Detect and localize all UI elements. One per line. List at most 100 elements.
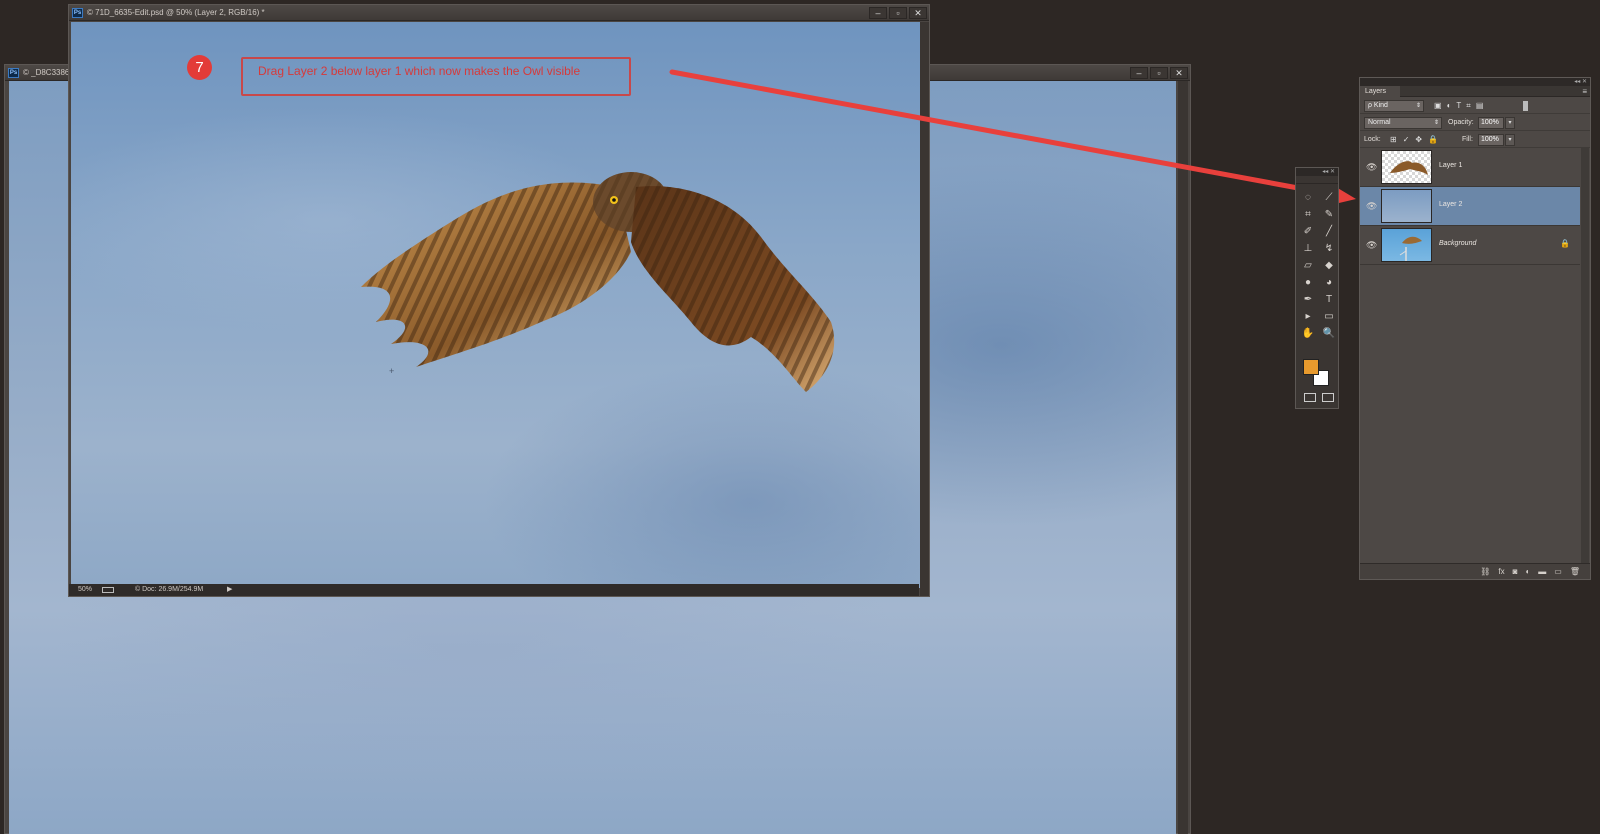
rectangle-icon[interactable]: ▭ (1319, 309, 1339, 324)
tools-grip[interactable] (1296, 176, 1338, 184)
back-window-title: © _D8C3386 (23, 68, 70, 77)
layer-row-background[interactable]: 👁 Background 🔒 (1360, 226, 1580, 265)
layer-name[interactable]: Layer 1 (1439, 162, 1462, 169)
lock-label: Lock: (1364, 136, 1381, 143)
maximize-button[interactable]: ▫ (1150, 67, 1168, 79)
background-thumbnail-image (1399, 236, 1422, 261)
step-number-badge: 7 (187, 55, 212, 80)
zoom-icon[interactable]: 🔍 (1319, 326, 1339, 341)
opacity-dropdown[interactable]: ▾ (1505, 117, 1515, 129)
layer-thumbnail (1381, 189, 1432, 223)
layer-list: 👁 Layer 1 👁 Layer 2 👁 Background 🔒 (1360, 148, 1580, 265)
close-button[interactable]: ✕ (1170, 67, 1188, 79)
hand-icon[interactable]: ✋ (1298, 326, 1318, 341)
smart-object-filter-icon[interactable]: ▤ (1476, 100, 1484, 112)
lock-icon: 🔒 (1560, 239, 1570, 248)
owl-thumbnail-image (1390, 161, 1428, 175)
lock-position-icon[interactable]: ✥ (1415, 134, 1422, 146)
layer-row-layer-2[interactable]: 👁 Layer 2 (1360, 187, 1580, 226)
screen-mode-icon[interactable] (1322, 393, 1334, 402)
lock-icons: ⊞ ✓ ✥ 🔒 (1390, 134, 1438, 146)
healing-icon[interactable]: ✐ (1298, 224, 1318, 239)
foreground-color-swatch[interactable] (1303, 359, 1319, 375)
minimize-button[interactable]: – (1130, 67, 1148, 79)
new-group-icon[interactable]: ▬ (1538, 566, 1546, 578)
adjustment-filter-icon[interactable]: ◐ (1447, 100, 1452, 112)
lock-all-icon[interactable]: 🔒 (1428, 134, 1438, 146)
fill-label: Fill: (1462, 136, 1473, 143)
path-select-icon[interactable]: ▸ (1298, 309, 1318, 324)
layers-panel: ◂◂ ✕ Layers ≡ ρ Kind ▣ ◐ T ⌗ ▤ Normal Op… (1359, 77, 1591, 580)
brush-icon[interactable]: ╱ (1319, 224, 1339, 239)
filter-icons: ▣ ◐ T ⌗ ▤ (1434, 100, 1483, 112)
lock-pixels-icon[interactable]: ✓ (1403, 134, 1410, 146)
trash-icon[interactable]: 🗑 (1570, 566, 1580, 578)
visibility-eye-icon[interactable]: 👁 (1366, 240, 1377, 251)
visibility-eye-icon[interactable]: 👁 (1366, 162, 1377, 173)
eyedropper-icon[interactable]: ✎ (1319, 207, 1339, 222)
lock-transparent-icon[interactable]: ⊞ (1390, 134, 1397, 146)
zoom-level[interactable]: 50% (78, 584, 92, 596)
layer-thumbnail (1381, 228, 1432, 262)
layer-name[interactable]: Layer 2 (1439, 201, 1462, 208)
blur-icon[interactable]: ● (1298, 275, 1318, 290)
view-icon (102, 587, 114, 593)
new-layer-icon[interactable]: ▭ (1554, 566, 1562, 578)
layers-panel-collapse[interactable]: ◂◂ ✕ (1360, 78, 1590, 86)
blend-mode-select[interactable]: Normal (1364, 117, 1442, 129)
quick-select-icon[interactable]: ⟋ (1319, 190, 1339, 205)
lasso-icon[interactable]: ◌ (1298, 190, 1318, 205)
layers-scrollbar[interactable] (1581, 148, 1589, 564)
dodge-icon[interactable]: ◕ (1319, 275, 1339, 290)
tool-grid: ◌ ⟋ ⌗ ✎ ✐ ╱ ⊥ ↯ ▱ ◆ ● ◕ ✒ T ▸ ▭ ✋ 🔍 (1296, 184, 1338, 341)
close-button[interactable]: ✕ (909, 7, 927, 19)
status-menu-arrow[interactable]: ▶ (227, 584, 232, 596)
adjustment-layer-icon[interactable]: ◐ (1525, 566, 1530, 578)
crop-icon[interactable]: ⌗ (1298, 207, 1318, 222)
fill-field[interactable]: 100% (1478, 134, 1504, 146)
front-window-title: © 71D_6635-Edit.psd @ 50% (Layer 2, RGB/… (87, 8, 265, 17)
kind-filter-select[interactable]: ρ Kind (1364, 100, 1424, 112)
photoshop-icon: Ps (72, 8, 83, 18)
maximize-button[interactable]: ▫ (889, 7, 907, 19)
opacity-field[interactable]: 100% (1478, 117, 1504, 129)
front-canvas-scrollbar[interactable] (920, 22, 929, 596)
front-window-titlebar[interactable]: Ps © 71D_6635-Edit.psd @ 50% (Layer 2, R… (69, 5, 929, 21)
front-canvas-image[interactable]: + 7 Drag Layer 2 below layer 1 which now… (71, 22, 920, 588)
shape-filter-icon[interactable]: ⌗ (1466, 100, 1471, 112)
history-brush-icon[interactable]: ↯ (1319, 241, 1339, 256)
bucket-icon[interactable]: ◆ (1319, 258, 1339, 273)
link-layers-icon[interactable]: ⛓ (1480, 566, 1490, 578)
opacity-label: Opacity: (1448, 119, 1474, 126)
fill-dropdown[interactable]: ▾ (1505, 134, 1515, 146)
eraser-icon[interactable]: ▱ (1298, 258, 1318, 273)
doc-size: © Doc: 26.9M/254.9M (135, 586, 204, 593)
tools-panel: ◂◂ ✕ ◌ ⟋ ⌗ ✎ ✐ ╱ ⊥ ↯ ▱ ◆ ● ◕ ✒ T ▸ ▭ ✋ 🔍 (1295, 167, 1339, 409)
layer-style-icon[interactable]: fx (1498, 566, 1504, 578)
visibility-eye-icon[interactable]: 👁 (1366, 201, 1377, 212)
tab-layers[interactable]: Layers (1360, 86, 1401, 97)
layer-name[interactable]: Background (1439, 240, 1476, 247)
type-filter-icon[interactable]: T (1456, 100, 1461, 112)
blend-row: Normal Opacity: 100% ▾ (1360, 114, 1590, 131)
filter-toggle[interactable] (1523, 101, 1528, 111)
layer-thumbnail (1381, 150, 1432, 184)
owl-image (361, 172, 835, 392)
stamp-icon[interactable]: ⊥ (1298, 241, 1318, 256)
add-mask-icon[interactable]: ◙ (1513, 566, 1518, 578)
tools-panel-header[interactable]: ◂◂ ✕ (1296, 168, 1338, 176)
status-bar: 50% © Doc: 26.9M/254.9M ▶ (69, 584, 919, 596)
footer-icons: ⛓ fx ◙ ◐ ▬ ▭ 🗑 (1480, 566, 1580, 578)
instruction-text: Drag Layer 2 below layer 1 which now mak… (258, 64, 581, 78)
layers-tab-bar: Layers ≡ (1360, 86, 1590, 97)
crosshair-cursor: + (389, 366, 395, 376)
pixel-filter-icon[interactable]: ▣ (1434, 100, 1442, 112)
pen-icon[interactable]: ✒ (1298, 292, 1318, 307)
layer-row-layer-1[interactable]: 👁 Layer 1 (1360, 148, 1580, 187)
type-icon[interactable]: T (1319, 292, 1339, 307)
back-canvas-scrollbar[interactable] (1178, 81, 1188, 834)
minimize-button[interactable]: – (869, 7, 887, 19)
quick-mask-icon[interactable] (1304, 393, 1316, 402)
panel-menu-icon[interactable]: ≡ (1582, 86, 1587, 97)
front-document-window[interactable]: Ps © 71D_6635-Edit.psd @ 50% (Layer 2, R… (68, 4, 930, 597)
